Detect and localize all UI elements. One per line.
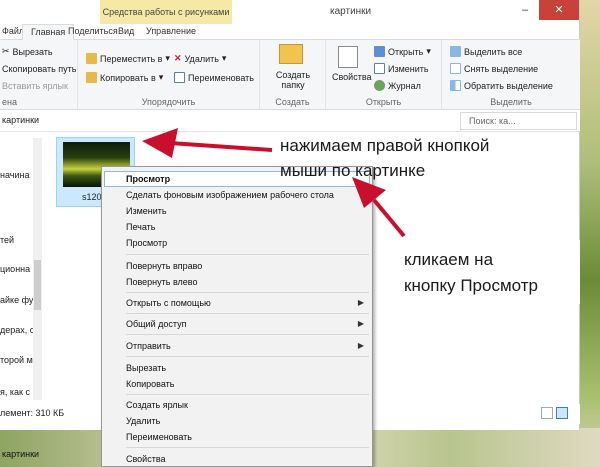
- arrow-to-preview: [352, 177, 406, 238]
- arrow-to-thumbnail: [142, 128, 273, 158]
- annotation-arrows: [142, 128, 406, 238]
